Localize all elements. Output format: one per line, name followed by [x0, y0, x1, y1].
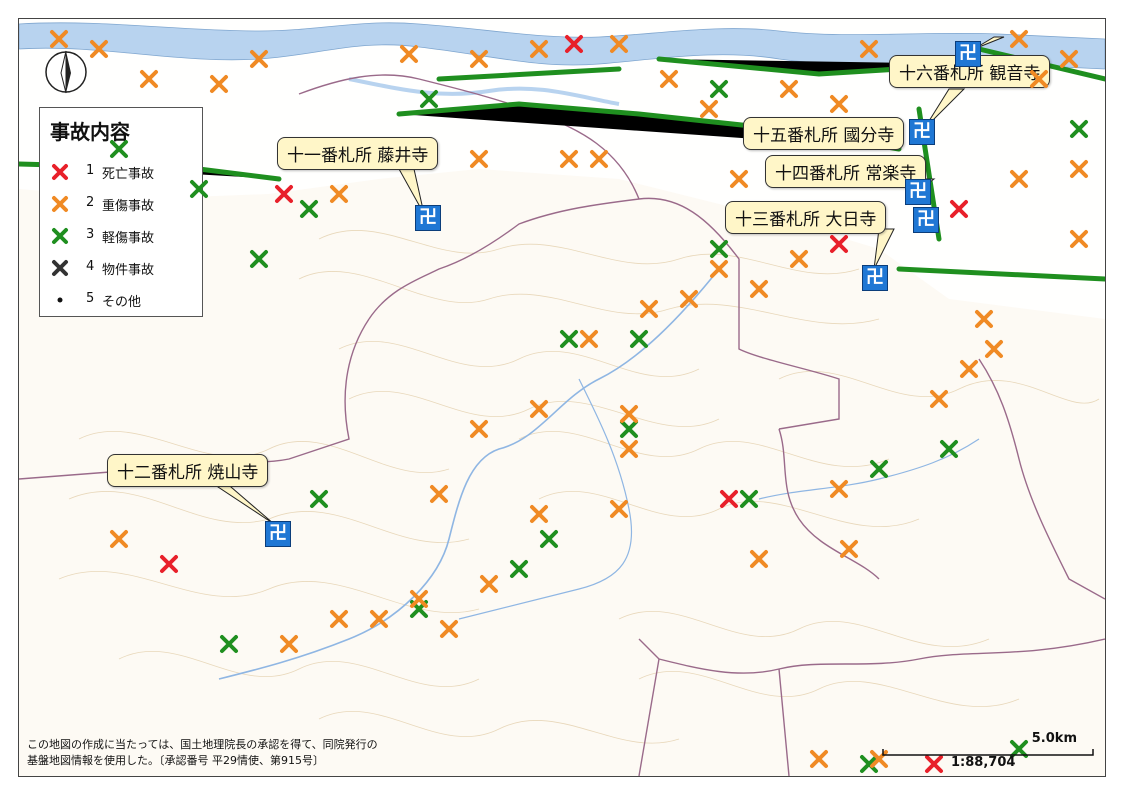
- accident-marker-icon[interactable]: [840, 540, 858, 558]
- accident-marker-icon[interactable]: [330, 610, 348, 628]
- scale-ratio: 1:88,704: [951, 755, 1016, 770]
- accident-marker-icon[interactable]: [470, 150, 488, 168]
- accident-marker-icon[interactable]: [720, 490, 738, 508]
- accident-marker-icon[interactable]: [400, 45, 418, 63]
- accident-marker-icon[interactable]: [470, 50, 488, 68]
- accident-marker-icon[interactable]: [610, 500, 628, 518]
- accident-marker-icon[interactable]: [630, 330, 648, 348]
- accident-marker-icon[interactable]: [565, 35, 583, 53]
- accident-marker-icon[interactable]: [710, 80, 728, 98]
- accident-marker-icon[interactable]: [530, 400, 548, 418]
- accident-marker-icon[interactable]: [275, 185, 293, 203]
- accident-marker-icon[interactable]: [610, 35, 628, 53]
- accident-marker-icon[interactable]: [430, 485, 448, 503]
- accident-marker-icon[interactable]: [370, 610, 388, 628]
- scale-bar: 5.0km 1:88,704: [881, 731, 1095, 771]
- accident-marker-icon[interactable]: [620, 440, 638, 458]
- accident-marker-icon[interactable]: [740, 490, 758, 508]
- accident-marker-icon[interactable]: [830, 235, 848, 253]
- accident-marker-icon[interactable]: [1010, 30, 1028, 48]
- accident-marker-icon[interactable]: [790, 250, 808, 268]
- accident-marker-icon[interactable]: [560, 330, 578, 348]
- accident-marker-icon[interactable]: [140, 70, 158, 88]
- accident-marker-icon[interactable]: [190, 180, 208, 198]
- accident-marker-icon[interactable]: [950, 200, 968, 218]
- accident-marker-icon[interactable]: [510, 560, 528, 578]
- accident-marker-icon[interactable]: [480, 575, 498, 593]
- accident-marker-icon[interactable]: [420, 90, 438, 108]
- accident-marker-icon[interactable]: [680, 290, 698, 308]
- accident-marker-icon[interactable]: [620, 420, 638, 438]
- accident-marker-icon[interactable]: [710, 240, 728, 258]
- accident-marker-icon[interactable]: [330, 185, 348, 203]
- accident-marker-icon[interactable]: [810, 750, 828, 768]
- accident-marker-icon[interactable]: [530, 505, 548, 523]
- accident-marker-icon[interactable]: [1010, 170, 1028, 188]
- accident-marker-icon[interactable]: [930, 390, 948, 408]
- accident-marker-icon[interactable]: [750, 550, 768, 568]
- accident-marker-icon[interactable]: [830, 95, 848, 113]
- accident-marker-icon[interactable]: [1070, 230, 1088, 248]
- accident-marker-icon[interactable]: [540, 530, 558, 548]
- accident-marker-icon[interactable]: [220, 635, 238, 653]
- accident-marker-icon[interactable]: [975, 310, 993, 328]
- accident-marker-icon[interactable]: [210, 75, 228, 93]
- accident-marker-icon[interactable]: [310, 490, 328, 508]
- map-credit: この地図の作成に当たっては、国土地理院長の承認を得て、同院発行の 基盤地図情報を…: [27, 738, 378, 767]
- accident-marker-icon[interactable]: [830, 480, 848, 498]
- accident-marker-icon[interactable]: [110, 530, 128, 548]
- accident-marker-icon[interactable]: [730, 170, 748, 188]
- accident-marker-icon[interactable]: [870, 460, 888, 478]
- accident-marker-icon[interactable]: [410, 590, 428, 608]
- accident-marker-icon[interactable]: [985, 340, 1003, 358]
- map-canvas[interactable]: 事故内容 1 死亡事故 2 重傷事故 3 軽傷事故 4 物件事故 5 その他 十…: [18, 18, 1106, 777]
- accident-marker-icon[interactable]: [300, 200, 318, 218]
- accident-marker-icon[interactable]: [960, 360, 978, 378]
- accident-marker-icon[interactable]: [110, 140, 128, 158]
- accident-marker-icon[interactable]: [1060, 50, 1078, 68]
- accident-marker-icon[interactable]: [860, 40, 878, 58]
- accident-marker-icon[interactable]: [90, 40, 108, 58]
- accident-marker-icon[interactable]: [160, 555, 178, 573]
- accident-marker-icon[interactable]: [580, 330, 598, 348]
- accident-marker-icon[interactable]: [780, 80, 798, 98]
- accident-marker-icon[interactable]: [440, 620, 458, 638]
- accident-marker-icon[interactable]: [750, 280, 768, 298]
- accident-marker-icon[interactable]: [640, 300, 658, 318]
- accident-marker-icon[interactable]: [470, 420, 488, 438]
- accident-markers: [50, 30, 1088, 773]
- accident-marker-icon[interactable]: [590, 150, 608, 168]
- accident-marker-icon[interactable]: [530, 40, 548, 58]
- accident-marker-icon[interactable]: [700, 100, 718, 118]
- accident-marker-icon[interactable]: [710, 260, 728, 278]
- accident-marker-icon[interactable]: [1030, 70, 1048, 88]
- accident-marker-icon[interactable]: [50, 30, 68, 48]
- accident-marker-icon[interactable]: [1070, 120, 1088, 138]
- accident-marker-icon[interactable]: [250, 250, 268, 268]
- scale-distance: 5.0km: [1031, 731, 1077, 746]
- accident-marker-icon[interactable]: [280, 635, 298, 653]
- accident-marker-icon[interactable]: [1070, 160, 1088, 178]
- accident-marker-icon[interactable]: [940, 440, 958, 458]
- accident-marker-icon[interactable]: [560, 150, 578, 168]
- accident-marker-icon[interactable]: [250, 50, 268, 68]
- accident-marker-icon[interactable]: [660, 70, 678, 88]
- accident-marker-icon[interactable]: [620, 405, 638, 423]
